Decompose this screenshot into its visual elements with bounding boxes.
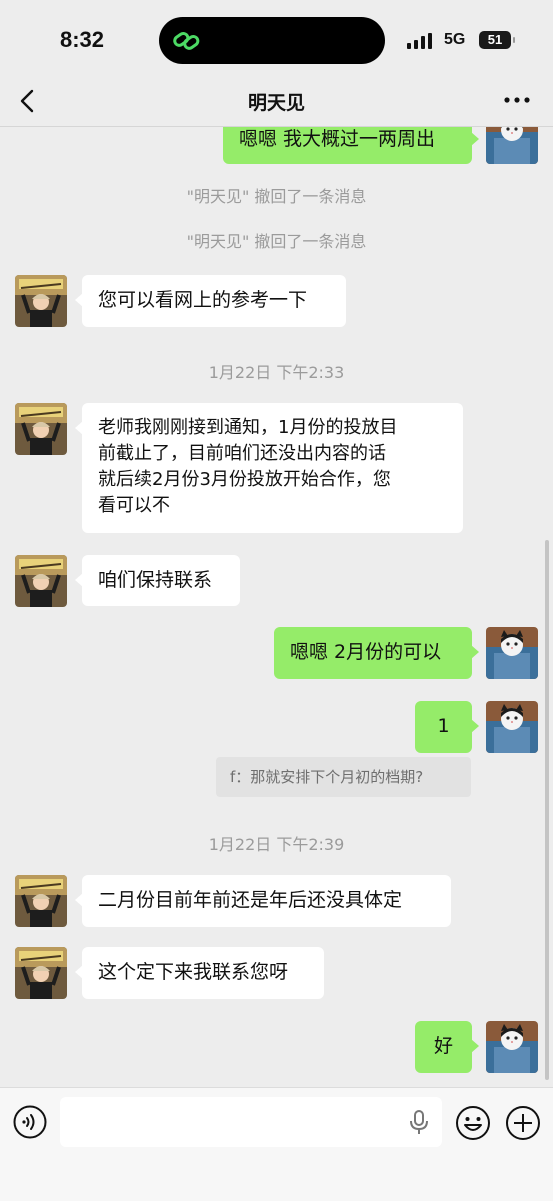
voice-icon[interactable] bbox=[13, 1105, 47, 1139]
message-bubble-outgoing[interactable]: 1 bbox=[415, 701, 479, 753]
message-bubble-incoming[interactable]: 咱们保持联系 bbox=[75, 555, 240, 606]
message-text: 咱们保持联系 bbox=[98, 569, 213, 591]
my-avatar[interactable] bbox=[486, 1021, 538, 1073]
message-text: 1 bbox=[437, 715, 450, 737]
message-input[interactable] bbox=[60, 1097, 442, 1147]
plus-icon[interactable] bbox=[505, 1105, 541, 1141]
message-list[interactable]: 嗯嗯 我大概过一两周出 "明天见" 撤回了一条消息 "明天见" 撤回了一条消息 … bbox=[0, 127, 553, 1087]
message-bubble-outgoing[interactable]: 嗯嗯 我大概过一两周出 bbox=[223, 127, 479, 164]
message-bubble-incoming[interactable]: 您可以看网上的参考一下 bbox=[75, 275, 346, 327]
recall-notice: "明天见" 撤回了一条消息 bbox=[186, 232, 367, 251]
microphone-icon[interactable] bbox=[408, 1109, 430, 1135]
message-bubble-incoming[interactable]: 这个定下来我联系您呀 bbox=[75, 947, 324, 999]
message-text-line: 看可以不 bbox=[98, 495, 170, 516]
emoji-icon[interactable] bbox=[455, 1105, 491, 1141]
message-text: 嗯嗯 我大概过一两周出 bbox=[239, 128, 436, 150]
message-bubble-incoming[interactable]: 老师我刚刚接到通知，1月份的投放目 前截止了，目前咱们还没出内容的话 就后续2月… bbox=[75, 403, 463, 533]
timestamp: 1月22日 下午2:39 bbox=[208, 835, 345, 854]
message-bubble-incoming[interactable]: 二月份目前年前还是年后还没具体定 bbox=[75, 875, 451, 927]
input-bar bbox=[0, 1087, 553, 1201]
message-text: 好 bbox=[433, 1035, 453, 1057]
status-time: 8:32 bbox=[60, 27, 105, 52]
quoted-text: f：那就安排下个月初的档期? bbox=[230, 768, 424, 786]
status-bar: 8:32 5G 51 bbox=[0, 0, 553, 80]
recall-notice: "明天见" 撤回了一条消息 bbox=[186, 187, 367, 206]
message-text: 二月份目前年前还是年后还没具体定 bbox=[98, 889, 403, 911]
dynamic-island bbox=[159, 17, 385, 64]
more-icon[interactable] bbox=[503, 90, 531, 110]
battery-icon: 51 bbox=[479, 31, 515, 49]
network-type: 5G bbox=[444, 31, 466, 48]
contact-avatar[interactable] bbox=[15, 947, 67, 999]
my-avatar[interactable] bbox=[486, 701, 538, 753]
chat-title: 明天见 bbox=[247, 92, 305, 114]
contact-avatar[interactable] bbox=[15, 403, 67, 455]
link-icon bbox=[173, 31, 200, 50]
message-text: 这个定下来我联系您呀 bbox=[98, 961, 289, 983]
message-text-line: 老师我刚刚接到通知，1月份的投放目 bbox=[98, 417, 398, 438]
contact-avatar[interactable] bbox=[15, 275, 67, 327]
quoted-reply[interactable]: f：那就安排下个月初的档期? bbox=[216, 757, 471, 797]
contact-avatar[interactable] bbox=[15, 875, 67, 927]
my-avatar[interactable] bbox=[486, 627, 538, 679]
signal-icon bbox=[407, 33, 432, 49]
timestamp: 1月22日 下午2:33 bbox=[208, 363, 345, 382]
message-bubble-outgoing[interactable]: 嗯嗯 2月份的可以 bbox=[274, 627, 479, 679]
message-bubble-outgoing[interactable]: 好 bbox=[415, 1021, 479, 1073]
message-text-line: 就后续2月份3月份投放开始合作，您 bbox=[98, 469, 391, 490]
my-avatar[interactable] bbox=[486, 127, 538, 164]
message-text-line: 前截止了，目前咱们还没出内容的话 bbox=[98, 443, 386, 464]
scrollbar[interactable] bbox=[545, 540, 549, 1080]
contact-avatar[interactable] bbox=[15, 555, 67, 607]
message-text: 嗯嗯 2月份的可以 bbox=[290, 641, 442, 663]
chat-header: 明天见 bbox=[0, 78, 553, 127]
message-text: 您可以看网上的参考一下 bbox=[98, 289, 308, 311]
